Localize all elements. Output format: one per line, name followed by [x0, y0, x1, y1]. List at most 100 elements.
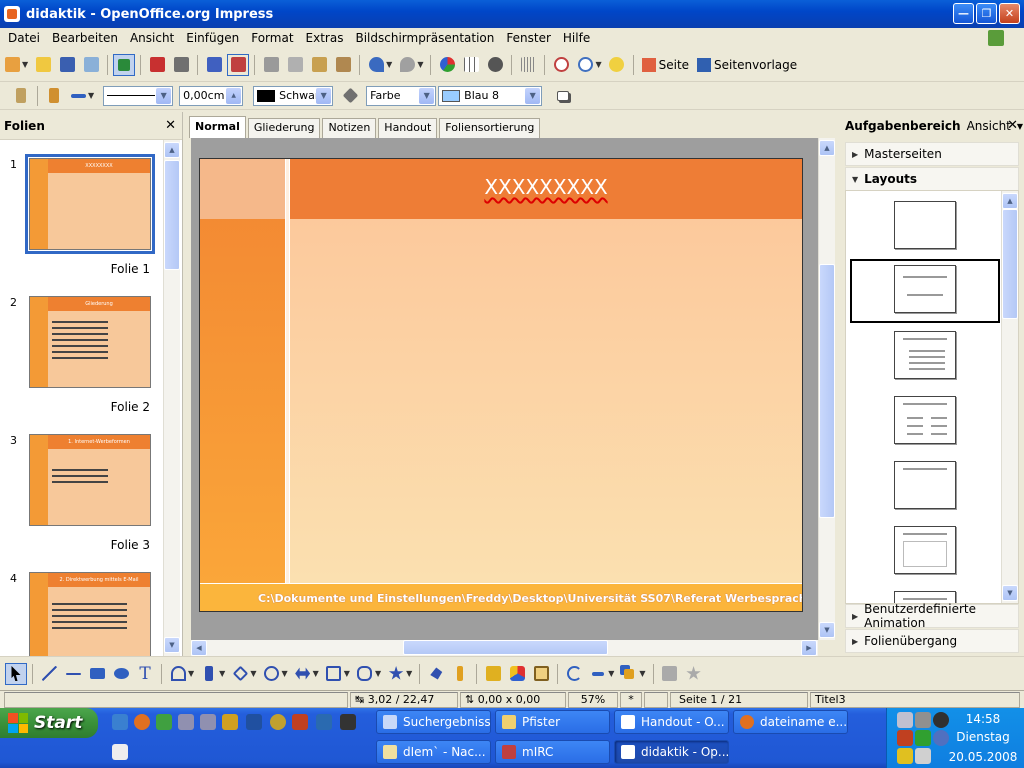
layout-title-slide[interactable] — [894, 265, 956, 313]
line-style-select[interactable]: ▼ — [103, 85, 174, 106]
layout-title-content[interactable] — [894, 331, 956, 379]
fill-color-select[interactable]: Blau 8 ▼ — [438, 85, 543, 106]
format-paintbrush-icon[interactable] — [332, 54, 354, 76]
taskbar-app-mirc[interactable]: mIRC — [495, 740, 610, 764]
symbol-shapes-icon[interactable] — [260, 663, 282, 685]
menu-format[interactable]: Format — [245, 28, 299, 48]
tab-handout[interactable]: Handout — [378, 118, 438, 138]
clock-time[interactable]: 14:58 — [945, 712, 1021, 726]
scroll-down-icon[interactable]: ▼ — [164, 637, 180, 653]
taskbar-app-notepad[interactable]: dIem` - Nac... — [376, 740, 491, 764]
layout-blank[interactable] — [894, 201, 956, 249]
update-download-icon[interactable] — [988, 30, 1004, 46]
start-button[interactable]: Start — [0, 708, 98, 738]
chevron-down-icon[interactable]: ▼ — [281, 669, 287, 678]
edit-file-button[interactable] — [113, 53, 136, 76]
chevron-down-icon[interactable]: ▼ — [595, 60, 601, 69]
chevron-down-icon[interactable]: ▼ — [386, 60, 392, 69]
menu-ansicht[interactable]: Ansicht — [124, 28, 180, 48]
scroll-thumb[interactable] — [164, 160, 180, 270]
quicklaunch-winamp-icon[interactable] — [270, 714, 286, 730]
quicklaunch-app-icon[interactable] — [292, 714, 308, 730]
scroll-down-icon[interactable]: ▼ — [1002, 585, 1018, 601]
line-width-field[interactable]: 0,00cm ▲ — [179, 85, 244, 106]
close-icon[interactable]: ✕ — [1007, 118, 1018, 133]
menu-datei[interactable]: Datei — [2, 28, 46, 48]
tray-icon[interactable] — [915, 730, 931, 746]
quicklaunch-app-icon[interactable] — [316, 714, 332, 730]
open-button[interactable] — [32, 54, 54, 76]
chevron-down-icon[interactable]: ▼ — [608, 669, 614, 678]
slide-preview[interactable]: XXXXXXXX — [25, 154, 155, 254]
section-masterseiten[interactable]: ▶ Masterseiten — [845, 142, 1019, 166]
quicklaunch-app-icon[interactable] — [112, 744, 128, 760]
email-button[interactable] — [80, 54, 102, 76]
cut-icon[interactable] — [260, 54, 282, 76]
close-icon[interactable]: ✕ — [165, 118, 176, 133]
tray-icon[interactable] — [897, 748, 913, 764]
shadow-icon[interactable] — [552, 85, 574, 107]
taskbar-app-handout[interactable]: Handout - O... — [614, 710, 729, 734]
chevron-down-icon[interactable]: ▼ — [219, 669, 225, 678]
chevron-down-icon[interactable]: ▼ — [375, 669, 381, 678]
editor-vscrollbar[interactable]: ▲ ▼ — [818, 138, 835, 640]
glue-points-icon[interactable] — [449, 663, 471, 685]
save-button[interactable] — [56, 54, 78, 76]
scroll-right-icon[interactable]: ▶ — [801, 640, 817, 656]
layout-title-only[interactable] — [894, 461, 956, 509]
copy-icon[interactable] — [284, 54, 306, 76]
tray-icon[interactable] — [897, 730, 913, 746]
volume-icon[interactable] — [915, 748, 931, 764]
minimize-button[interactable]: — — [953, 3, 974, 24]
chevron-down-icon[interactable]: ▼ — [639, 669, 645, 678]
table-icon[interactable] — [460, 54, 482, 76]
text-tool-icon[interactable]: T — [134, 663, 156, 685]
task-view-menu[interactable]: Ansicht — [967, 119, 1011, 133]
taskbar-app-didaktik[interactable]: didaktik - Op... — [614, 740, 729, 764]
scroll-thumb[interactable] — [819, 264, 835, 518]
chevron-down-icon[interactable]: ▼ — [188, 669, 194, 678]
line-tool-icon[interactable] — [38, 663, 60, 685]
tab-notizen[interactable]: Notizen — [322, 118, 377, 138]
export-pdf-button[interactable] — [146, 54, 168, 76]
navigator-icon[interactable] — [550, 54, 572, 76]
fontwork-icon[interactable] — [482, 663, 504, 685]
section-animation[interactable]: ▶ Benutzerdefinierte Animation — [845, 602, 1019, 630]
section-layouts[interactable]: ▼ Layouts — [845, 167, 1019, 191]
close-button[interactable]: ✕ — [999, 3, 1020, 24]
block-arrows-icon[interactable] — [292, 663, 314, 685]
editor-hscrollbar[interactable]: ◀ ▶ — [191, 640, 818, 656]
menu-hilfe[interactable]: Hilfe — [557, 28, 596, 48]
extrusion-icon[interactable] — [659, 663, 681, 685]
menu-extras[interactable]: Extras — [300, 28, 350, 48]
paste-icon[interactable] — [308, 54, 330, 76]
rectangle-icon[interactable] — [86, 663, 108, 685]
show-draw-functions-icon[interactable] — [484, 54, 506, 76]
quicklaunch-app-icon[interactable] — [246, 714, 262, 730]
seite-button[interactable]: Seite — [638, 57, 693, 72]
slide-canvas[interactable]: XXXXXXXXX C:\Dokumente und Einstellungen… — [191, 138, 818, 640]
new-document-button[interactable] — [1, 54, 23, 76]
slide[interactable]: XXXXXXXXX C:\Dokumente und Einstellungen… — [199, 158, 803, 612]
chart-icon[interactable] — [436, 54, 458, 76]
scroll-up-icon[interactable]: ▲ — [819, 140, 835, 156]
callouts-icon[interactable] — [354, 663, 376, 685]
curve-icon[interactable] — [167, 663, 189, 685]
chevron-down-icon[interactable]: ▼ — [22, 60, 28, 69]
scroll-left-icon[interactable]: ◀ — [191, 640, 207, 656]
grid-icon[interactable] — [517, 54, 539, 76]
chevron-down-icon[interactable]: ▼ — [313, 669, 319, 678]
autospellcheck-button[interactable] — [227, 53, 250, 76]
slide-title[interactable]: XXXXXXXXX — [290, 175, 802, 199]
slide-footer-text[interactable]: C:\Dokumente und Einstellungen\Freddy\De… — [258, 592, 802, 605]
connector-icon[interactable] — [198, 663, 220, 685]
restore-button[interactable]: ❐ — [976, 3, 997, 24]
arrow-line-icon[interactable] — [62, 663, 84, 685]
chevron-down-icon[interactable]: ▼ — [250, 669, 256, 678]
status-zoom[interactable]: 57% — [568, 692, 618, 708]
help-icon[interactable] — [606, 54, 628, 76]
slide-preview[interactable]: 1. Internet-Werbeformen — [29, 434, 151, 526]
slide-preview[interactable]: Gliederung — [29, 296, 151, 388]
quicklaunch-ie-icon[interactable] — [112, 714, 128, 730]
slide-preview[interactable]: 2. Direktwerbung mittels E-Mail — [29, 572, 151, 656]
